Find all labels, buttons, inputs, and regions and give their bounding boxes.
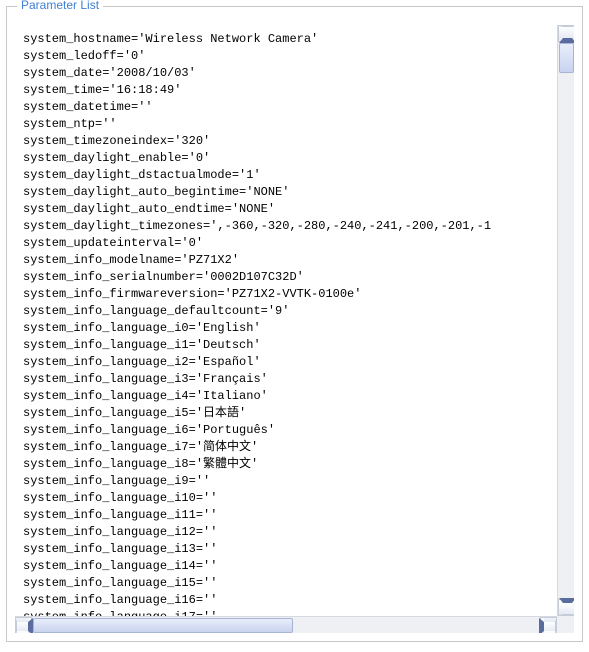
parameter-row: system_ledoff='0': [23, 48, 491, 65]
scroll-down-button[interactable]: [558, 599, 574, 616]
parameter-row: system_hostname='Wireless Network Camera…: [23, 31, 491, 48]
parameter-row: system_info_language_i16='': [23, 592, 491, 609]
parameter-row: system_updateinterval='0': [23, 235, 491, 252]
parameter-row: system_info_language_i10='': [23, 490, 491, 507]
parameter-row: system_info_language_i0='English': [23, 320, 491, 337]
parameter-row: system_info_language_i13='': [23, 541, 491, 558]
chevron-down-icon: [559, 598, 574, 615]
parameter-row: system_time='16:18:49': [23, 82, 491, 99]
horizontal-scroll-thumb[interactable]: [33, 618, 293, 633]
parameter-row: system_daylight_timezones=',-360,-320,-2…: [23, 218, 491, 235]
horizontal-scrollbar[interactable]: [15, 616, 557, 633]
parameter-row: system_daylight_dstactualmode='1': [23, 167, 491, 184]
vertical-scroll-thumb[interactable]: [559, 43, 574, 73]
parameter-row: system_info_language_i8='繁體中文': [23, 456, 491, 473]
parameter-row: system_daylight_auto_endtime='NONE': [23, 201, 491, 218]
parameter-row: system_info_language_i2='Español': [23, 354, 491, 371]
parameter-row: system_info_language_i1='Deutsch': [23, 337, 491, 354]
parameter-row: system_info_language_i15='': [23, 575, 491, 592]
parameter-row: system_date='2008/10/03': [23, 65, 491, 82]
panel-title: Parameter List: [17, 0, 103, 12]
parameter-content: system_hostname='Wireless Network Camera…: [23, 25, 491, 633]
parameter-row: system_info_language_i3='Français': [23, 371, 491, 388]
parameter-row: system_info_language_i9='': [23, 473, 491, 490]
parameter-row: system_datetime='': [23, 99, 491, 116]
parameter-row: system_info_firmwareversion='PZ71X2-VVTK…: [23, 286, 491, 303]
scrollbar-corner: [557, 616, 574, 633]
chevron-right-icon: [539, 618, 556, 633]
parameter-row: system_info_language_i4='Italiano': [23, 388, 491, 405]
parameter-row: system_info_language_i5='日本語': [23, 405, 491, 422]
chevron-up-icon: [559, 26, 574, 43]
parameter-row: system_daylight_enable='0': [23, 150, 491, 167]
parameter-row: system_info_serialnumber='0002D107C32D': [23, 269, 491, 286]
parameter-row: system_info_language_i12='': [23, 524, 491, 541]
parameter-list-panel: Parameter List system_hostname='Wireless…: [6, 6, 583, 642]
parameter-row: system_info_language_i11='': [23, 507, 491, 524]
scroll-up-button[interactable]: [558, 25, 574, 42]
vertical-scrollbar[interactable]: [557, 25, 574, 616]
scroll-right-button[interactable]: [540, 617, 557, 633]
parameter-row: system_info_language_defaultcount='9': [23, 303, 491, 320]
scroll-left-button[interactable]: [15, 617, 32, 633]
chevron-left-icon: [16, 618, 33, 633]
parameter-row: system_daylight_auto_begintime='NONE': [23, 184, 491, 201]
parameter-row: system_timezoneindex='320': [23, 133, 491, 150]
parameter-scroll-area[interactable]: system_hostname='Wireless Network Camera…: [15, 25, 574, 633]
parameter-row: system_ntp='': [23, 116, 491, 133]
parameter-row: system_info_language_i14='': [23, 558, 491, 575]
parameter-row: system_info_language_i7='简体中文': [23, 439, 491, 456]
parameter-row: system_info_modelname='PZ71X2': [23, 252, 491, 269]
parameter-row: system_info_language_i6='Português': [23, 422, 491, 439]
